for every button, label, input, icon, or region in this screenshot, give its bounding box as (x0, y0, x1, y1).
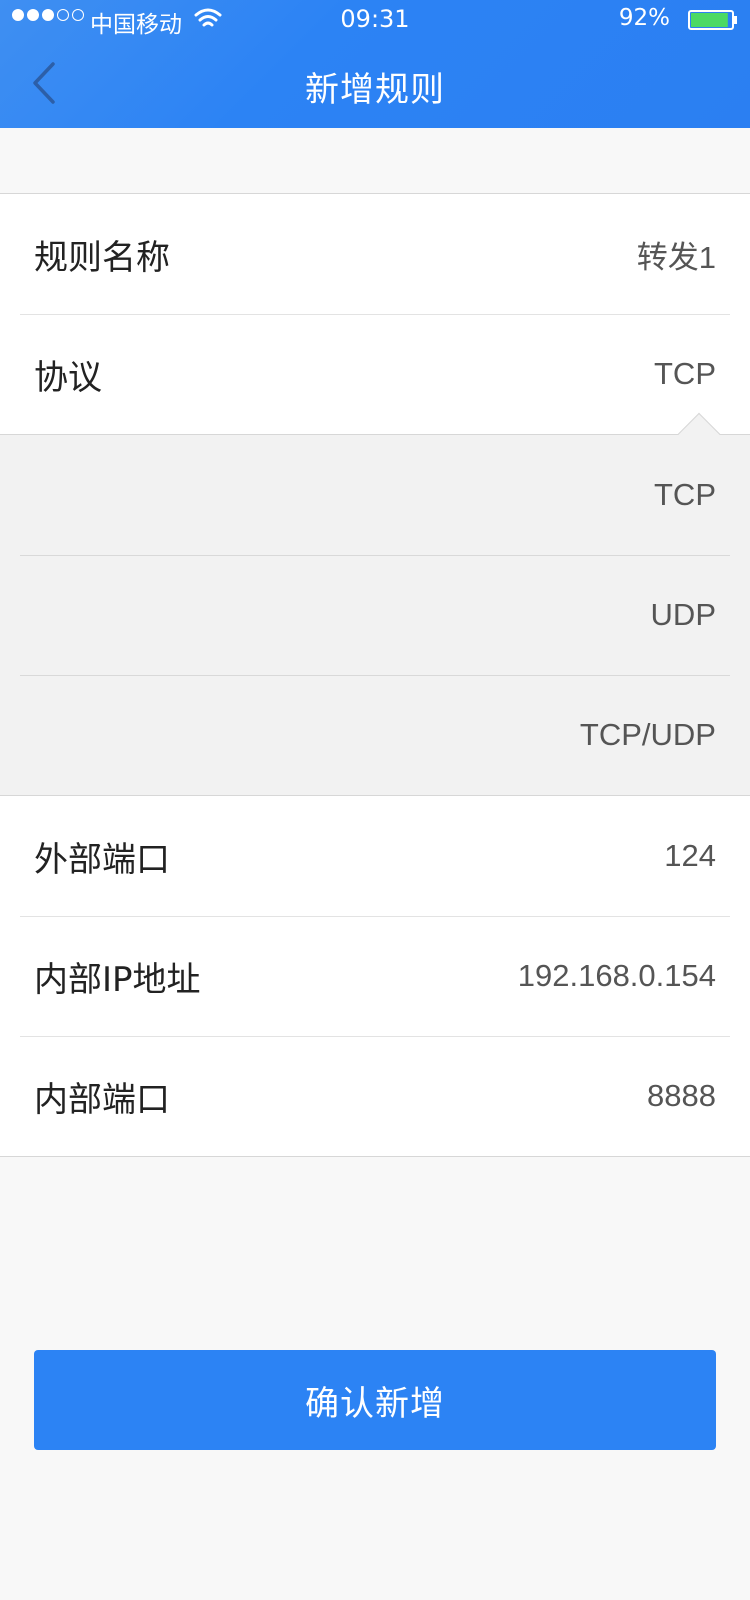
external-port-row[interactable]: 外部端口 124 (0, 796, 750, 916)
app-header: 中国移动 09:31 92% 新增规则 (0, 0, 750, 128)
status-bar: 中国移动 09:31 92% (0, 0, 750, 40)
protocol-option-tcp[interactable]: TCP (0, 435, 750, 555)
internal-ip-row[interactable]: 内部IP地址 192.168.0.154 (0, 916, 750, 1036)
protocol-row[interactable]: 协议 TCP (0, 314, 750, 434)
internal-port-row[interactable]: 内部端口 8888 (0, 1036, 750, 1156)
navigation-bar: 新增规则 (0, 40, 750, 128)
form-group-basic: 规则名称 转发1 协议 TCP (0, 193, 750, 435)
protocol-option-udp[interactable]: UDP (0, 555, 750, 675)
external-port-value[interactable]: 124 (664, 838, 716, 874)
rule-name-label: 规则名称 (34, 237, 170, 278)
battery-percentage: 92% (618, 5, 670, 31)
internal-port-value[interactable]: 8888 (647, 1078, 716, 1114)
protocol-option-tcp-udp[interactable]: TCP/UDP (0, 675, 750, 795)
screen: 中国移动 09:31 92% 新增规则 规则名称 转发1 协议 TCP TCP … (0, 0, 750, 1600)
battery-icon (688, 10, 737, 30)
internal-ip-value[interactable]: 192.168.0.154 (518, 958, 716, 994)
protocol-value[interactable]: TCP (654, 356, 716, 392)
protocol-label: 协议 (34, 357, 102, 398)
page-title: 新增规则 (305, 70, 445, 110)
form-group-ports: 外部端口 124 内部IP地址 192.168.0.154 内部端口 8888 (0, 795, 750, 1157)
internal-ip-label: 内部IP地址 (34, 959, 201, 1000)
external-port-label: 外部端口 (34, 839, 170, 880)
protocol-dropdown: TCP UDP TCP/UDP (0, 412, 750, 795)
rule-name-value[interactable]: 转发1 (637, 232, 716, 277)
internal-port-label: 内部端口 (34, 1079, 170, 1120)
confirm-add-button[interactable]: 确认新增 (34, 1350, 716, 1450)
spacer (0, 128, 750, 194)
rule-name-row[interactable]: 规则名称 转发1 (0, 194, 750, 314)
